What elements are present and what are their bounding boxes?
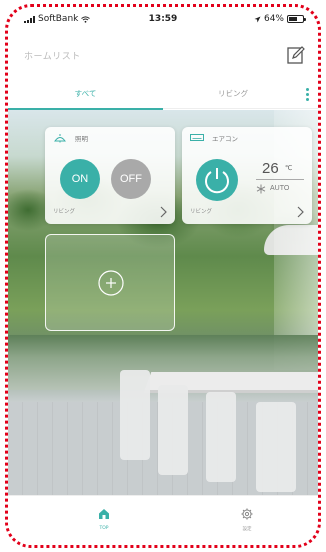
snowflake-icon bbox=[256, 184, 266, 194]
chevron-right-icon[interactable] bbox=[159, 206, 167, 218]
nav-top-label: TOP bbox=[99, 526, 109, 531]
status-right: 64% bbox=[254, 14, 306, 24]
gear-icon bbox=[241, 508, 253, 520]
light-name: 照明 bbox=[75, 135, 88, 143]
room-tabs: すべて リビング bbox=[8, 79, 318, 110]
battery-level bbox=[289, 17, 298, 21]
tab-living[interactable]: リビング bbox=[163, 79, 303, 109]
nav-settings-label: 設定 bbox=[242, 527, 252, 532]
home-icon bbox=[99, 509, 109, 519]
location-icon bbox=[254, 16, 261, 22]
temperature-unit: ℃ bbox=[285, 164, 293, 172]
aircon-power-button[interactable] bbox=[196, 159, 238, 201]
nav-settings[interactable]: 設定 bbox=[233, 505, 261, 532]
app-header: ホームリスト bbox=[8, 31, 318, 79]
page-title: ホームリスト bbox=[24, 52, 81, 62]
add-device-slot[interactable] bbox=[45, 234, 175, 331]
aircon-icon bbox=[190, 134, 204, 141]
phone-screen: SoftBank 13:59 64% ホームリスト すべて リビング 照明 ON… bbox=[8, 7, 318, 545]
annotation-frame: SoftBank 13:59 64% ホームリスト すべて リビング 照明 ON… bbox=[5, 4, 321, 548]
aircon-mode: AUTO bbox=[270, 185, 290, 192]
power-icon bbox=[205, 168, 229, 194]
light-off-button[interactable]: OFF bbox=[111, 159, 151, 199]
plus-circle-icon[interactable] bbox=[98, 270, 124, 296]
more-vertical-icon[interactable] bbox=[306, 88, 310, 101]
ceiling-light-icon bbox=[54, 134, 66, 143]
aircon-temperature: 26 bbox=[262, 160, 279, 177]
aircon-card-header: エアコン bbox=[190, 133, 238, 143]
aircon-divider bbox=[256, 179, 304, 180]
tab-all[interactable]: すべて bbox=[8, 79, 163, 110]
aircon-room-label: リビング bbox=[190, 209, 213, 215]
aircon-name: エアコン bbox=[212, 135, 238, 143]
status-bar: SoftBank 13:59 64% bbox=[8, 7, 318, 29]
light-room-label: リビング bbox=[53, 209, 76, 215]
chevron-right-icon[interactable] bbox=[296, 206, 304, 218]
nav-top[interactable]: TOP bbox=[90, 505, 118, 531]
light-on-button[interactable]: ON bbox=[60, 159, 100, 199]
aircon-device-card[interactable]: エアコン 26 ℃ AUTO リビング bbox=[182, 127, 312, 224]
light-device-card[interactable]: 照明 ON OFF リビング bbox=[45, 127, 175, 224]
bottom-navigation: TOP 設定 bbox=[8, 495, 318, 545]
edit-icon[interactable] bbox=[286, 45, 306, 65]
light-card-header: 照明 bbox=[53, 133, 88, 143]
battery-percent: 64% bbox=[263, 14, 284, 24]
battery-icon bbox=[287, 15, 306, 23]
